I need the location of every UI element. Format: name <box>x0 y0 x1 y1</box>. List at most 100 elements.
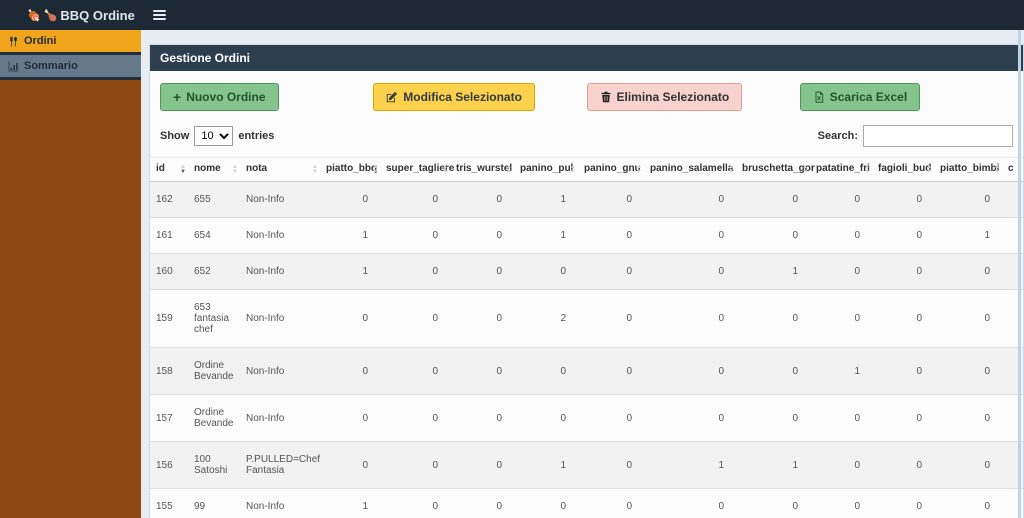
cell-panino_gnu: 0 <box>578 347 644 395</box>
column-header-panino_gnu[interactable]: panino_gnu ▲ ▼ <box>578 157 644 182</box>
column-header-bruschetta_gor[interactable]: bruschetta_gor ▲ ▼ <box>736 157 815 182</box>
cell-piatto_bbq: 1 <box>320 253 380 290</box>
cell-fagioli_bud: 0 <box>872 181 934 218</box>
cell-panino_salamella: 0 <box>644 181 736 218</box>
page-length-select[interactable]: 10 <box>194 126 234 146</box>
sort-icon: ▲ ▼ <box>570 163 576 175</box>
column-header-fagioli_bud[interactable]: fagioli_bud ▲ ▼ <box>872 157 934 182</box>
cell-piatto_bimbi: 0 <box>934 181 1002 218</box>
column-header-panino_pul[interactable]: panino_pul ▲ ▼ <box>514 157 578 182</box>
cell-id: 159 <box>150 289 188 348</box>
cell-tris_wurstel: 0 <box>450 441 514 489</box>
cell-nome: 652 <box>188 253 240 290</box>
cell-super_tagliere: 0 <box>380 441 450 489</box>
column-label: piatto_bimbi <box>940 163 1000 174</box>
cell-super_tagliere: 0 <box>380 253 450 290</box>
table-row[interactable]: 155 99 Non-Info 1 0 0 0 0 0 0 0 0 0 <box>150 488 1023 518</box>
table-row[interactable]: 159 653 fantasia chef Non-Info 0 0 0 2 0 0 0 0 0 0 <box>150 289 1023 348</box>
cell-panino_pul: 2 <box>514 289 578 348</box>
cell-panino_salamella: 0 <box>644 289 736 348</box>
cell-panino_gnu: 0 <box>578 181 644 218</box>
cell-panino_salamella: 0 <box>644 217 736 254</box>
trash-icon <box>601 91 610 103</box>
meat-on-bone-icon: 🍖 <box>27 9 41 22</box>
cell-patatine_fri: 0 <box>810 441 872 489</box>
column-header-nota[interactable]: nota ▲ ▼ <box>240 157 320 182</box>
cell-bruschetta_gor: 0 <box>736 488 810 518</box>
cell-patatine_fri: 0 <box>810 181 872 218</box>
cell-nome: Ordine Bevande <box>188 347 240 395</box>
cell-panino_pul: 0 <box>514 488 578 518</box>
sort-icon: ▲ ▼ <box>864 163 870 175</box>
table-scroll-area[interactable]: id ▲ ▼ nome ▲ ▼ nota ▲ ▼ piatto_bbq ▲ ▼ super_taglie… <box>150 157 1023 518</box>
hamburger-icon <box>152 10 166 12</box>
column-header-piatto_bbq[interactable]: piatto_bbq ▲ ▼ <box>320 157 380 182</box>
cell-piatto_bbq: 1 <box>320 488 380 518</box>
cell-patatine_fri: 0 <box>810 217 872 254</box>
cell-id: 155 <box>150 488 188 518</box>
cell-panino_salamella: 0 <box>644 488 736 518</box>
column-header-id[interactable]: id ▲ ▼ <box>150 157 188 182</box>
column-label: nota <box>246 163 268 174</box>
cell-patatine_fri: 0 <box>810 488 872 518</box>
table-row[interactable]: 162 655 Non-Info 0 0 0 1 0 0 0 0 0 0 <box>150 181 1023 218</box>
column-header-nome[interactable]: nome ▲ ▼ <box>188 157 240 182</box>
new-order-button[interactable]: + Nuovo Ordine <box>160 83 279 111</box>
cell-nome: 99 <box>188 488 240 518</box>
sidebar-item-label: Ordini <box>24 35 57 47</box>
cell-piatto_bimbi: 0 <box>934 253 1002 290</box>
column-header-patatine_fri[interactable]: patatine_fri ▲ ▼ <box>810 157 872 182</box>
cell-panino_gnu: 0 <box>578 394 644 442</box>
table-row[interactable]: 156 100 Satoshi P.PULLED=Chef Fantasia 0 0 0 1… <box>150 441 1023 489</box>
edit-selected-button[interactable]: Modifica Selezionato <box>373 83 535 111</box>
sort-icon: ▲ ▼ <box>994 163 1000 175</box>
cell-panino_pul: 1 <box>514 441 578 489</box>
column-header-tris_wurstel[interactable]: tris_wurstel ▲ ▼ <box>450 157 514 182</box>
column-label: panino_salamella <box>650 163 734 174</box>
cell-fagioli_bud: 0 <box>872 394 934 442</box>
cell-nome: 653 fantasia chef <box>188 289 240 348</box>
cell-patatine_fri: 0 <box>810 289 872 348</box>
cell-fagioli_bud: 0 <box>872 217 934 254</box>
cell-bruschetta_gor: 0 <box>736 289 810 348</box>
sidebar-item-ordini[interactable]: Ordini <box>0 30 141 55</box>
sort-icon: ▲ ▼ <box>636 163 642 175</box>
cell-piatto_bbq: 0 <box>320 347 380 395</box>
column-header-panino_salamella[interactable]: panino_salamella ▲ ▼ <box>644 157 736 182</box>
sort-icon: ▲ ▼ <box>372 163 378 175</box>
cell-nota: P.PULLED=Chef Fantasia <box>240 441 320 489</box>
table-row[interactable]: 157 Ordine Bevande Non-Info 0 0 0 0 0 0 0 0 0 0 <box>150 394 1023 442</box>
cell-tris_wurstel: 0 <box>450 181 514 218</box>
sidebar-toggle-button[interactable] <box>149 6 170 24</box>
entries-label: entries <box>238 130 275 142</box>
cell-piatto_bbq: 0 <box>320 394 380 442</box>
cell-piatto_bbq: 0 <box>320 289 380 348</box>
cell-fagioli_bud: 0 <box>872 441 934 489</box>
sort-icon: ▲ ▼ <box>442 163 448 175</box>
sort-icon: ▲ ▼ <box>926 163 932 175</box>
column-header-super_tagliere[interactable]: super_tagliere ▲ ▼ <box>380 157 454 182</box>
search-control: Search: <box>818 125 1013 147</box>
download-excel-button[interactable]: Scarica Excel <box>799 83 921 111</box>
search-input[interactable] <box>863 125 1013 147</box>
column-label: c <box>1008 163 1014 174</box>
cell-tris_wurstel: 0 <box>450 394 514 442</box>
table-row[interactable]: 158 Ordine Bevande Non-Info 0 0 0 0 0 0 0 1 0 0 <box>150 347 1023 395</box>
cell-piatto_bbq: 0 <box>320 181 380 218</box>
cell-panino_pul: 1 <box>514 217 578 254</box>
cell-panino_pul: 0 <box>514 347 578 395</box>
delete-selected-button[interactable]: Elimina Selezionato <box>586 83 743 111</box>
edit-icon <box>387 91 398 103</box>
sidebar-item-label: Sommario <box>24 60 78 72</box>
cell-bruschetta_gor: 1 <box>736 253 810 290</box>
table-row[interactable]: 161 654 Non-Info 1 0 0 1 0 0 0 0 0 1 <box>150 217 1023 254</box>
app-brand[interactable]: 🍖 🍗 BBQ Ordine <box>0 8 135 23</box>
table-controls: Show 10 entries Search: <box>160 125 1013 147</box>
cell-piatto_bimbi: 0 <box>934 289 1002 348</box>
column-label: patatine_fri <box>816 163 870 174</box>
column-header-piatto_bimbi[interactable]: piatto_bimbi ▲ ▼ <box>934 157 1002 182</box>
table-row[interactable]: 160 652 Non-Info 1 0 0 0 0 0 1 0 0 0 <box>150 253 1023 290</box>
sidebar-item-sommario[interactable]: Sommario <box>0 55 141 80</box>
sidebar: Ordini Sommario <box>0 30 141 518</box>
main-content: Gestione Ordini + Nuovo Ordine Modifica … <box>141 30 1024 518</box>
